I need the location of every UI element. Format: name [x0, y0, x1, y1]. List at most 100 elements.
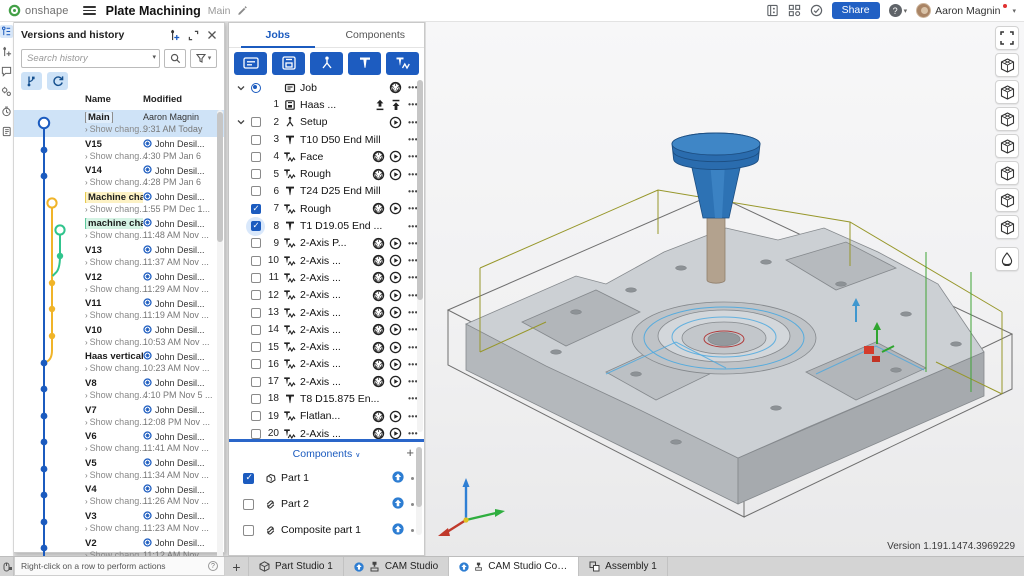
update-available-icon[interactable]: [392, 471, 404, 486]
version-row[interactable]: V6 ›Show chang... John Desil... 11:41 AM…: [14, 429, 224, 456]
version-row[interactable]: V12 ›Show chang... John Desil... 11:29 A…: [14, 270, 224, 297]
search-icon[interactable]: [164, 49, 186, 68]
show-changes-link[interactable]: ›Show chang...: [85, 177, 147, 187]
search-history-input[interactable]: [21, 49, 160, 68]
view-cube-button-6[interactable]: [995, 188, 1019, 212]
row-checkbox[interactable]: [251, 186, 261, 196]
update-available-icon[interactable]: [392, 523, 404, 538]
show-changes-link[interactable]: ›Show chang...: [85, 230, 147, 240]
version-row[interactable]: V7 ›Show chang... John Desil... 12:08 PM…: [14, 403, 224, 430]
show-changes-link[interactable]: ›Show chang...: [85, 417, 147, 427]
history-clock-icon[interactable]: [0, 105, 13, 118]
component-row[interactable]: Part 2: [229, 491, 424, 517]
row-checkbox[interactable]: [251, 429, 261, 439]
version-row[interactable]: V10 ›Show chang... John Desil... 10:53 A…: [14, 323, 224, 350]
version-row[interactable]: V8 ›Show chang... John Desil... 4:10 PM …: [14, 376, 224, 403]
simulate-stock-icon[interactable]: [372, 358, 385, 371]
shaded-view-button[interactable]: [995, 247, 1019, 271]
create-version-icon[interactable]: [168, 29, 180, 41]
generate-toolpath-icon[interactable]: [389, 375, 402, 388]
row-checkbox[interactable]: [251, 273, 261, 283]
document-tab[interactable]: Part Studio 1: [249, 557, 344, 576]
document-tab[interactable]: Assembly 1: [579, 557, 668, 576]
component-more-icon[interactable]: [411, 477, 414, 480]
job-tree-row[interactable]: 17 2-Axis ...: [229, 373, 424, 390]
row-checkbox[interactable]: [251, 308, 261, 318]
show-changes-link[interactable]: ›Show chang...: [85, 363, 147, 373]
row-radio[interactable]: [251, 83, 261, 93]
show-changes-link[interactable]: ›Show chang...: [85, 337, 147, 347]
gears-icon[interactable]: [0, 85, 13, 98]
generate-toolpath-icon[interactable]: [389, 358, 402, 371]
component-checkbox[interactable]: [243, 525, 254, 536]
version-row[interactable]: Haas vertical ... ›Show chang... John De…: [14, 349, 224, 376]
show-changes-link[interactable]: ›Show chang...: [85, 496, 147, 506]
job-tree-row[interactable]: 14 2-Axis ...: [229, 321, 424, 338]
job-tree-row[interactable]: 11 2-Axis ...: [229, 269, 424, 286]
simulate-stock-icon[interactable]: [372, 202, 385, 215]
component-more-icon[interactable]: [411, 529, 414, 532]
add-component-icon[interactable]: +: [406, 445, 414, 460]
row-checkbox[interactable]: [251, 221, 261, 231]
toolbox-icon[interactable]: [766, 4, 779, 17]
notebook-icon[interactable]: [0, 125, 13, 138]
simulate-stock-icon[interactable]: [372, 168, 385, 181]
check-circle-icon[interactable]: [810, 4, 823, 17]
show-branches-toggle[interactable]: [21, 72, 42, 90]
update-available-icon[interactable]: [392, 497, 404, 512]
row-checkbox[interactable]: [251, 342, 261, 352]
simulate-stock-icon[interactable]: [372, 306, 385, 319]
hint-help-icon[interactable]: ?: [208, 561, 218, 571]
row-checkbox[interactable]: [251, 377, 261, 387]
version-graph-icon[interactable]: [0, 25, 13, 38]
version-row[interactable]: V13 ›Show chang... John Desil... 11:37 A…: [14, 243, 224, 270]
row-checkbox[interactable]: [251, 117, 261, 127]
create-version-icon[interactable]: [0, 45, 13, 58]
filter-dropdown-button[interactable]: ▾: [190, 49, 217, 68]
job-tree-row[interactable]: 2 Setup: [229, 114, 424, 131]
document-tab[interactable]: CAM Studio Collisio...: [449, 557, 579, 576]
generate-toolpath-icon[interactable]: [389, 254, 402, 267]
row-checkbox[interactable]: [251, 290, 261, 300]
show-changes-link[interactable]: ›Show chang...: [85, 470, 147, 480]
simulate-stock-icon[interactable]: [372, 375, 385, 388]
show-changes-link[interactable]: ›Show chang...: [85, 443, 147, 453]
row-checkbox[interactable]: [251, 325, 261, 335]
chevron-down-icon[interactable]: [237, 119, 248, 125]
job-tree-row[interactable]: 7 Rough: [229, 200, 424, 217]
main-menu-icon[interactable]: [83, 6, 96, 15]
fit-view-button[interactable]: [995, 26, 1019, 50]
view-cube-button-3[interactable]: [995, 107, 1019, 131]
job-tree-row[interactable]: 6 T24 D25 End Mill: [229, 183, 424, 200]
view-cube-button-7[interactable]: [995, 215, 1019, 239]
job-tree-row[interactable]: 1 Haas ...: [229, 96, 424, 113]
job-tree-row[interactable]: 5 Rough: [229, 165, 424, 182]
expand-panel-icon[interactable]: [188, 30, 199, 41]
simulate-stock-icon[interactable]: [372, 289, 385, 302]
machine-button[interactable]: [272, 52, 305, 75]
version-row[interactable]: V15 ›Show chang... John Desil... 4:30 PM…: [14, 137, 224, 164]
job-tree-row[interactable]: 9 2-Axis P...: [229, 235, 424, 252]
comment-icon[interactable]: [0, 65, 13, 78]
chevron-down-icon[interactable]: [237, 85, 248, 91]
row-checkbox[interactable]: [251, 411, 261, 421]
version-row[interactable]: Main ›Show chang... Aaron Magnin 9:31 AM…: [14, 110, 224, 137]
show-changes-link[interactable]: ›Show chang...: [85, 124, 147, 134]
versions-scrollbar[interactable]: [217, 110, 223, 562]
post-process-icon[interactable]: [374, 99, 386, 111]
show-changes-link[interactable]: ›Show chang...: [85, 257, 147, 267]
simulate-stock-icon[interactable]: [372, 237, 385, 250]
job-tree-row[interactable]: 15 2-Axis ...: [229, 338, 424, 355]
simulate-stock-icon[interactable]: [389, 81, 402, 94]
view-cube-button-5[interactable]: [995, 161, 1019, 185]
simulate-stock-icon[interactable]: [372, 410, 385, 423]
generate-toolpath-icon[interactable]: [389, 116, 402, 129]
row-checkbox[interactable]: [251, 238, 261, 248]
job-tree-row[interactable]: 8 T1 D19.05 End ...: [229, 217, 424, 234]
version-row[interactable]: V3 ›Show chang... John Desil... 11:23 AM…: [14, 509, 224, 536]
generate-toolpath-icon[interactable]: [389, 237, 402, 250]
job-tree-row[interactable]: 20 2-Axis ...: [229, 425, 424, 439]
row-checkbox[interactable]: [251, 152, 261, 162]
simulate-stock-icon[interactable]: [372, 254, 385, 267]
generate-toolpath-icon[interactable]: [389, 150, 402, 163]
